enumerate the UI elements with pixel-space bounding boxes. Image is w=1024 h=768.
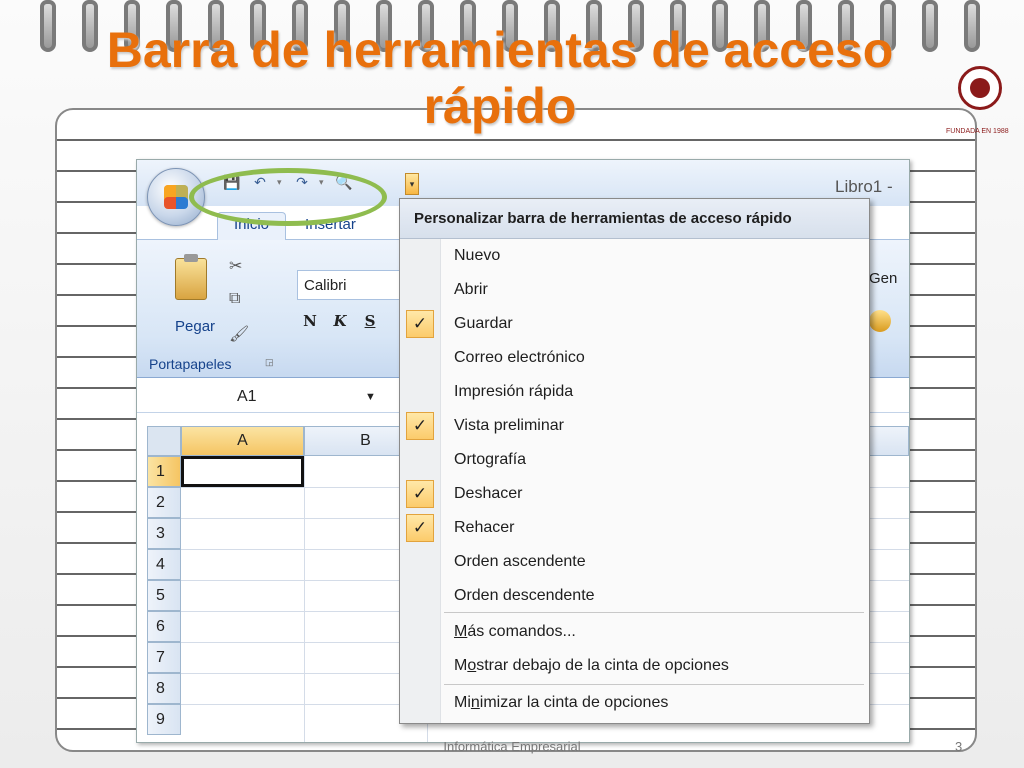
menu-item-label: Correo electrónico xyxy=(454,349,585,366)
office-logo-icon xyxy=(164,185,188,209)
menu-separator xyxy=(444,612,864,613)
select-all-corner[interactable] xyxy=(147,426,181,456)
grid-line xyxy=(304,456,305,742)
slide-title-line2: rápido xyxy=(423,78,577,134)
row-header[interactable]: 9 xyxy=(147,704,181,735)
menu-item-label: Nuevo xyxy=(454,247,501,264)
name-box[interactable]: A1 ▼ xyxy=(143,385,376,409)
clipboard-group-label: Portapapeles xyxy=(149,356,232,372)
menu-item-label: Guardar xyxy=(454,315,513,332)
paste-button-label[interactable]: Pegar xyxy=(175,318,215,335)
window-title: Libro1 - xyxy=(835,177,893,196)
slide-title: Barra de herramientas de acceso rápido xyxy=(40,22,960,134)
menu-item-show-below-ribbon[interactable]: Mostrar debajo de la cinta de opciones xyxy=(400,649,869,683)
menu-item-label: Minimizar la cinta de opciones xyxy=(454,694,669,711)
checkmark-icon: ✓ xyxy=(406,480,434,508)
font-name-combo[interactable]: Calibri xyxy=(297,270,407,300)
dialog-launcher-icon[interactable]: ◲ xyxy=(265,357,274,368)
menu-item-minimize-ribbon[interactable]: Minimizar la cinta de opciones xyxy=(400,686,869,720)
menu-item-label: Orden ascendente xyxy=(454,553,586,570)
row-header[interactable]: 4 xyxy=(147,549,181,580)
clipboard-group: Pegar ✂ ⧉ 🖌 Portapapeles ◲ xyxy=(147,248,287,376)
menu-item[interactable]: Nuevo xyxy=(400,239,869,273)
menu-item-more-commands[interactable]: Más comandos... xyxy=(400,615,869,649)
seal-caption: FUNDADA EN 1988 xyxy=(946,128,1009,135)
menu-item[interactable]: Correo electrónico xyxy=(400,341,869,375)
menu-item[interactable]: Ortografía xyxy=(400,443,869,477)
menu-item[interactable]: Abrir xyxy=(400,273,869,307)
page-number: 3 xyxy=(955,739,963,754)
footer-text: Informática Empresarial xyxy=(443,739,581,754)
row-header[interactable]: 2 xyxy=(147,487,181,518)
active-cell[interactable] xyxy=(181,456,304,487)
menu-item[interactable]: Impresión rápida xyxy=(400,375,869,409)
menu-item-label: Ortografía xyxy=(454,451,527,468)
slide-title-line1: Barra de herramientas de acceso xyxy=(106,22,894,78)
font-style-buttons: N K S xyxy=(297,308,383,334)
copy-icon[interactable]: ⧉ xyxy=(229,290,240,308)
menu-item[interactable]: ✓ Rehacer xyxy=(400,511,869,545)
menu-separator xyxy=(444,684,864,685)
spiral-coil xyxy=(964,0,980,52)
name-box-value: A1 xyxy=(237,388,257,405)
menu-item-label: Más comandos... xyxy=(454,623,576,640)
menu-item[interactable]: ✓ Vista preliminar xyxy=(400,409,869,443)
slide-footer: Informática Empresarial 3 xyxy=(0,739,1024,759)
highlight-ellipse xyxy=(189,168,387,226)
row-header[interactable]: 6 xyxy=(147,611,181,642)
menu-item-label: Abrir xyxy=(454,281,488,298)
row-header[interactable]: 8 xyxy=(147,673,181,704)
customize-qat-menu: Personalizar barra de herramientas de ac… xyxy=(399,198,870,724)
menu-item-label: Mostrar debajo de la cinta de opciones xyxy=(454,657,729,674)
number-format-combo[interactable]: Gen xyxy=(869,270,897,287)
row-header[interactable]: 5 xyxy=(147,580,181,611)
row-header[interactable]: 7 xyxy=(147,642,181,673)
customize-qat-button[interactable]: ▾ xyxy=(405,173,419,195)
format-painter-icon[interactable]: 🖌 xyxy=(229,324,249,344)
checkmark-icon: ✓ xyxy=(406,412,434,440)
menu-item-label: Rehacer xyxy=(454,519,515,536)
menu-item-label: Orden descendente xyxy=(454,587,595,604)
underline-button[interactable]: S xyxy=(357,308,383,334)
menu-item[interactable]: ✓ Guardar xyxy=(400,307,869,341)
row-header[interactable]: 3 xyxy=(147,518,181,549)
italic-button[interactable]: K xyxy=(327,308,353,334)
row-header[interactable]: 1 xyxy=(147,456,181,487)
currency-format-icon[interactable] xyxy=(869,310,891,332)
menu-item[interactable]: Orden descendente xyxy=(400,579,869,613)
menu-item-label: Impresión rápida xyxy=(454,383,574,400)
menu-item-label: Deshacer xyxy=(454,485,523,502)
bold-button[interactable]: N xyxy=(297,308,323,334)
cut-icon[interactable]: ✂ xyxy=(229,256,242,276)
university-seal-logo xyxy=(958,66,1002,110)
paste-icon[interactable] xyxy=(175,254,207,300)
menu-item[interactable]: ✓ Deshacer xyxy=(400,477,869,511)
chevron-down-icon[interactable]: ▼ xyxy=(365,385,376,409)
menu-header: Personalizar barra de herramientas de ac… xyxy=(400,199,869,239)
menu-item[interactable]: Orden ascendente xyxy=(400,545,869,579)
column-header[interactable]: A xyxy=(181,426,304,456)
menu-item-label: Vista preliminar xyxy=(454,417,564,434)
checkmark-icon: ✓ xyxy=(406,310,434,338)
checkmark-icon: ✓ xyxy=(406,514,434,542)
